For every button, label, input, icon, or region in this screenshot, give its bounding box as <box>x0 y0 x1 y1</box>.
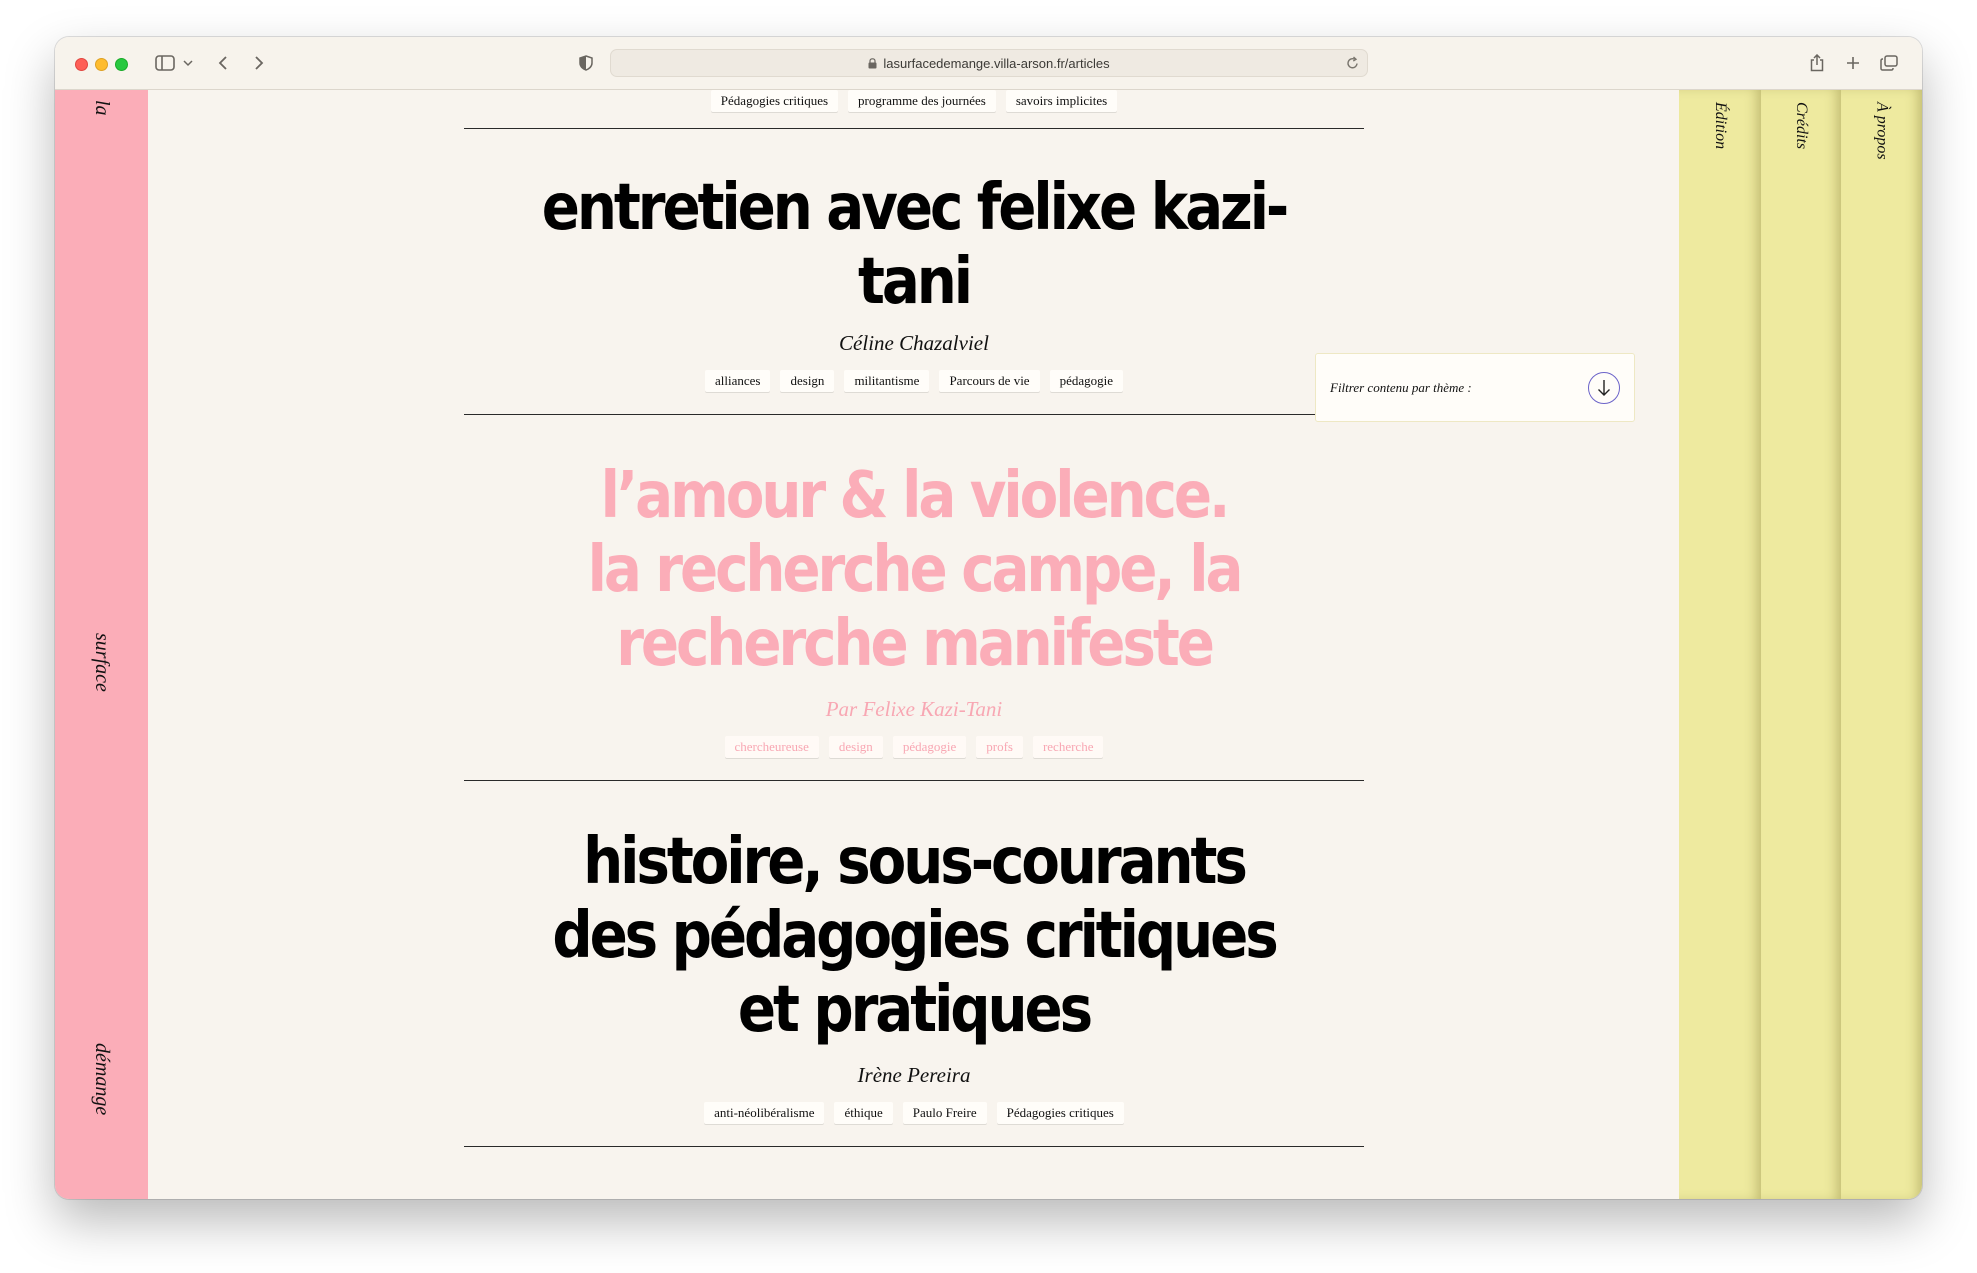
page-content: la surface démange Pédagogies critiques … <box>55 90 1922 1199</box>
tag[interactable]: pédagogie <box>892 736 967 758</box>
article-author: Irène Pereira <box>857 1063 971 1087</box>
article-divider <box>464 780 1364 781</box>
tag[interactable]: Pédagogies critiques <box>710 90 839 112</box>
zoom-window-button[interactable] <box>115 58 128 71</box>
new-tab-icon[interactable] <box>1843 49 1863 77</box>
site-logo-bar[interactable]: la surface démange <box>55 90 148 1199</box>
forward-icon[interactable] <box>249 49 269 77</box>
minimize-window-button[interactable] <box>95 58 108 71</box>
tag[interactable]: design <box>828 736 883 758</box>
back-icon[interactable] <box>213 49 233 77</box>
article-tags: alliances design militantisme Parcours d… <box>464 370 1364 392</box>
article-author: Céline Chazalviel <box>839 331 989 355</box>
tag[interactable]: programme des journées <box>848 90 996 112</box>
tab-a-propos[interactable]: À propos <box>1841 90 1922 1199</box>
tag[interactable]: chercheureuse <box>724 736 819 758</box>
tag[interactable]: anti-néolibéralisme <box>704 1102 825 1124</box>
tag[interactable]: Paulo Freire <box>902 1102 987 1124</box>
tag[interactable]: alliances <box>705 370 771 392</box>
article-title[interactable]: l’amour & la violence. la recherche camp… <box>518 459 1310 681</box>
sidebar-toggle-icon[interactable] <box>153 49 177 77</box>
tag[interactable]: recherche <box>1032 736 1104 758</box>
share-icon[interactable] <box>1807 49 1827 77</box>
tab-overview-icon[interactable] <box>1878 49 1900 77</box>
article-card[interactable]: l’amour & la violence. la recherche camp… <box>464 459 1364 758</box>
tab-credits[interactable]: Crédits <box>1761 90 1841 1199</box>
logo-word-demange: démange <box>91 1043 113 1116</box>
article-author: Par Felixe Kazi-Tani <box>825 697 1003 721</box>
article-divider <box>464 128 1364 129</box>
tag[interactable]: Parcours de vie <box>939 370 1040 392</box>
tag[interactable]: pédagogie <box>1049 370 1123 392</box>
filter-label: Filtrer contenu par thème : <box>1330 379 1472 395</box>
browser-window: lasurfacedemange.villa-arson.fr/articles… <box>55 37 1922 1199</box>
theme-filter-dropdown[interactable]: Filtrer contenu par thème : <box>1315 353 1635 422</box>
chevron-down-icon[interactable] <box>181 49 195 77</box>
tag[interactable]: savoirs implicites <box>1005 90 1118 112</box>
article-title[interactable]: histoire, sous-courants des pédagogies c… <box>518 825 1310 1047</box>
tag[interactable]: design <box>780 370 835 392</box>
privacy-shield-icon[interactable] <box>576 49 596 77</box>
logo-word-la: la <box>91 100 113 116</box>
article-tags: chercheureuse design pédagogie profs rec… <box>464 736 1364 758</box>
article-card[interactable]: entretien avec felixe kazi-tani Céline C… <box>464 171 1364 392</box>
tag[interactable]: profs <box>976 736 1023 758</box>
tag[interactable]: militantisme <box>844 370 930 392</box>
address-bar[interactable]: lasurfacedemange.villa-arson.fr/articles <box>610 49 1368 77</box>
tab-edition-label: Édition <box>1712 102 1729 150</box>
tag[interactable]: éthique <box>834 1102 893 1124</box>
reload-icon[interactable] <box>1346 56 1359 73</box>
article-card[interactable]: histoire, sous-courants des pédagogies c… <box>464 825 1364 1124</box>
browser-toolbar: lasurfacedemange.villa-arson.fr/articles <box>55 37 1922 90</box>
close-window-button[interactable] <box>75 58 88 71</box>
article-title[interactable]: entretien avec felixe kazi-tani <box>518 171 1310 319</box>
logo-word-surface: surface <box>91 633 113 692</box>
previous-article-tags: Pédagogies critiques programme des journ… <box>464 90 1364 112</box>
lock-icon <box>868 57 877 69</box>
article-divider <box>464 414 1364 415</box>
tab-a-propos-label: À propos <box>1873 102 1891 160</box>
article-divider <box>464 1146 1364 1147</box>
url-text: lasurfacedemange.villa-arson.fr/articles <box>883 55 1110 71</box>
tag[interactable]: Pédagogies critiques <box>996 1102 1124 1124</box>
tab-edition[interactable]: Édition <box>1679 90 1761 1199</box>
article-feed: Pédagogies critiques programme des journ… <box>464 90 1364 1147</box>
tab-credits-label: Crédits <box>1793 102 1810 150</box>
arrow-down-icon[interactable] <box>1588 371 1620 404</box>
article-tags: anti-néolibéralisme éthique Paulo Freire… <box>464 1102 1364 1124</box>
